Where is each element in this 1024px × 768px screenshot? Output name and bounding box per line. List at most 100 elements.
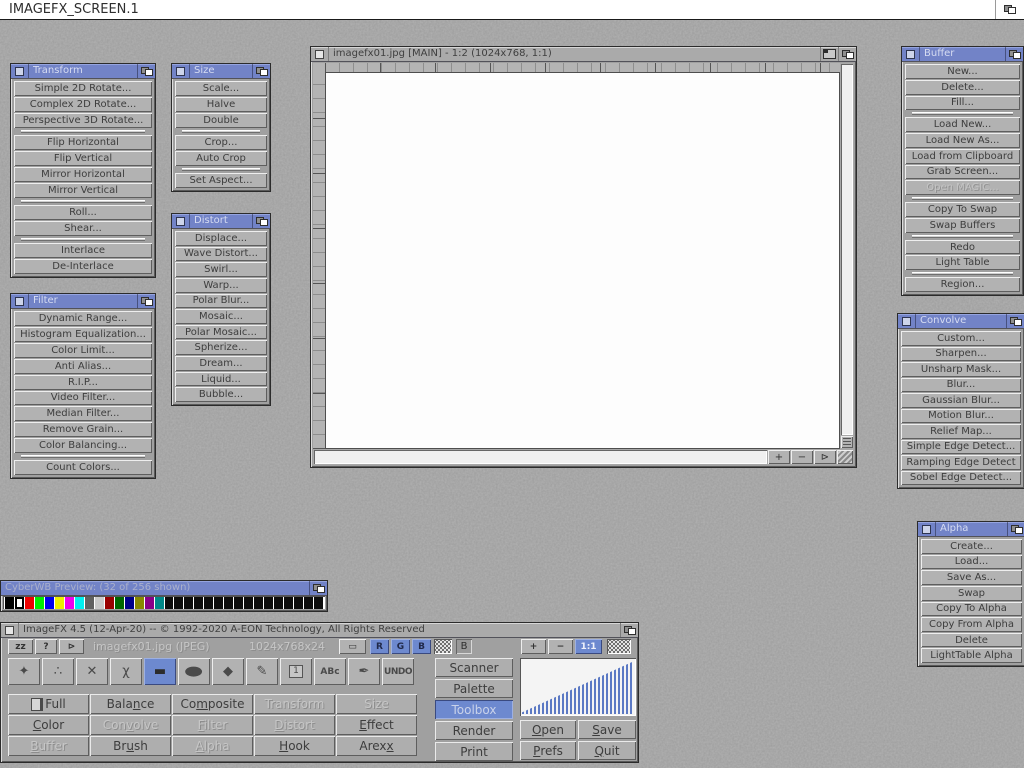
panel-button[interactable]: Load from Clipboard: [905, 149, 1020, 164]
panel-button[interactable]: Polar Blur...: [175, 294, 267, 309]
brush-tool[interactable]: 1: [280, 658, 312, 685]
color-swatch[interactable]: [65, 597, 74, 609]
panel-button[interactable]: Video Filter...: [14, 391, 152, 406]
panel-button[interactable]: Custom...: [901, 331, 1021, 346]
image-window[interactable]: imagefx01.jpg [MAIN] - 1:2 (1024x768, 1:…: [310, 46, 857, 468]
horizontal-scroll-track[interactable]: [314, 450, 767, 464]
image-canvas[interactable]: [325, 72, 840, 449]
panel-button[interactable]: Mirror Horizontal: [14, 167, 152, 182]
panel-button[interactable]: Gaussian Blur...: [901, 393, 1021, 408]
iconify-button[interactable]: zz: [8, 639, 33, 654]
panel-button[interactable]: Color Balancing...: [14, 438, 152, 453]
panel-button[interactable]: Unsharp Mask...: [901, 362, 1021, 377]
color-swatch[interactable]: [45, 597, 54, 609]
arexx-button[interactable]: Arexx: [336, 736, 417, 756]
alpha-button[interactable]: Alpha: [172, 736, 253, 756]
panel-button[interactable]: Copy To Swap: [905, 202, 1020, 217]
panel-button[interactable]: Region...: [905, 277, 1020, 292]
pointer-tool[interactable]: ✦: [8, 658, 40, 685]
panel-button[interactable]: Roll...: [14, 205, 152, 220]
color-swatch[interactable]: [174, 597, 183, 609]
panel-button[interactable]: LightTable Alpha: [921, 648, 1022, 663]
panel-button[interactable]: Bubble...: [175, 387, 267, 402]
color-swatch[interactable]: [194, 597, 203, 609]
panel-button[interactable]: Save As...: [921, 570, 1022, 585]
panel-button[interactable]: Create...: [921, 539, 1022, 554]
toolbox-button[interactable]: Toolbox: [435, 700, 513, 719]
color-swatch[interactable]: [5, 597, 14, 609]
help-button[interactable]: ?: [35, 639, 57, 654]
color-swatch[interactable]: [75, 597, 84, 609]
color-swatch[interactable]: [125, 597, 134, 609]
color-swatch[interactable]: [155, 597, 164, 609]
filter-window[interactable]: FilterDynamic Range...Histogram Equaliza…: [10, 293, 156, 479]
depth-icon[interactable]: [137, 294, 155, 308]
panel-button[interactable]: Copy To Alpha: [921, 602, 1022, 617]
panel-button[interactable]: De-Interlace: [14, 259, 152, 274]
color-swatch[interactable]: [25, 597, 34, 609]
print-button[interactable]: Print: [435, 742, 513, 761]
color-swatch[interactable]: [284, 597, 293, 609]
color-swatch[interactable]: [15, 597, 24, 609]
panel-button[interactable]: Motion Blur...: [901, 409, 1021, 424]
panel-button[interactable]: Load New As...: [905, 133, 1020, 148]
distort-window[interactable]: Distort Displace...Wave Distort...Swirl..…: [171, 213, 271, 406]
zoom-in-button[interactable]: +: [521, 639, 546, 654]
panel-button[interactable]: Swirl...: [175, 262, 267, 277]
buffer-window[interactable]: BufferNew...Delete...Fill...Load New...L…: [901, 46, 1024, 296]
panel-button[interactable]: Wave Distort...: [175, 247, 267, 262]
color-swatch[interactable]: [135, 597, 144, 609]
panel-button[interactable]: Delete...: [905, 80, 1020, 95]
depth-icon[interactable]: [252, 214, 270, 228]
color-swatch[interactable]: [105, 597, 114, 609]
size-window[interactable]: SizeScale...HalveDoubleCrop...Auto CropS…: [171, 63, 271, 192]
filter-titlebar[interactable]: Filter: [11, 294, 155, 309]
color-swatch[interactable]: [204, 597, 213, 609]
close-icon[interactable]: [11, 64, 29, 78]
toolbox-titlebar[interactable]: ImageFX 4.5 (12-Apr-20) -- © 1992-2020 A…: [1, 623, 638, 638]
panel-button[interactable]: Fill...: [905, 96, 1020, 111]
color-swatch[interactable]: [35, 597, 44, 609]
distort-titlebar[interactable]: Distort: [172, 214, 270, 229]
size-titlebar[interactable]: Size: [172, 64, 270, 79]
red-channel-toggle[interactable]: R: [370, 639, 389, 654]
panel-button[interactable]: Grab Screen...: [905, 165, 1020, 180]
close-icon[interactable]: [902, 47, 920, 61]
color-swatch[interactable]: [85, 597, 94, 609]
color-swatch[interactable]: [264, 597, 273, 609]
panel-button[interactable]: Relief Map...: [901, 424, 1021, 439]
color-swatch[interactable]: [95, 597, 104, 609]
panel-button[interactable]: Set Aspect...: [175, 173, 267, 188]
panel-button[interactable]: Sobel Edge Detect...: [901, 471, 1021, 486]
transform-button[interactable]: Transform: [254, 694, 335, 714]
color-swatch[interactable]: [115, 597, 124, 609]
prefs-button[interactable]: Prefs: [520, 741, 576, 760]
color-swatch[interactable]: [55, 597, 64, 609]
close-icon[interactable]: [1, 623, 19, 637]
depth-icon[interactable]: [838, 47, 856, 61]
panel-button[interactable]: Displace...: [175, 231, 267, 246]
airbrush-tool[interactable]: ∴: [42, 658, 74, 685]
resize-grip[interactable]: [837, 450, 853, 464]
color-swatch[interactable]: [304, 597, 313, 609]
panel-button[interactable]: Remove Grain...: [14, 422, 152, 437]
render-button[interactable]: Render: [435, 721, 513, 740]
panel-button[interactable]: Redo: [905, 240, 1020, 255]
line-tool[interactable]: ✕: [76, 658, 108, 685]
buffer-titlebar[interactable]: Buffer: [902, 47, 1023, 62]
panel-button[interactable]: Warp...: [175, 278, 267, 293]
scanner-button[interactable]: Scanner: [435, 658, 513, 677]
panel-button[interactable]: Load...: [921, 555, 1022, 570]
transform-titlebar[interactable]: Transform: [11, 64, 155, 79]
eyedropper-tool[interactable]: ✒: [348, 658, 380, 685]
scroll-lines-icon[interactable]: [841, 436, 853, 448]
buffer-button[interactable]: Buffer: [8, 736, 89, 756]
oval-tool[interactable]: ●: [178, 658, 210, 685]
zoom-out-button[interactable]: −: [548, 639, 573, 654]
depth-icon[interactable]: [1007, 522, 1024, 536]
pan-button[interactable]: ⊳: [814, 450, 836, 464]
open-button[interactable]: Open: [520, 720, 576, 739]
panel-button[interactable]: Crop...: [175, 135, 267, 150]
panel-button[interactable]: Flip Horizontal: [14, 135, 152, 150]
color-swatch[interactable]: [294, 597, 303, 609]
